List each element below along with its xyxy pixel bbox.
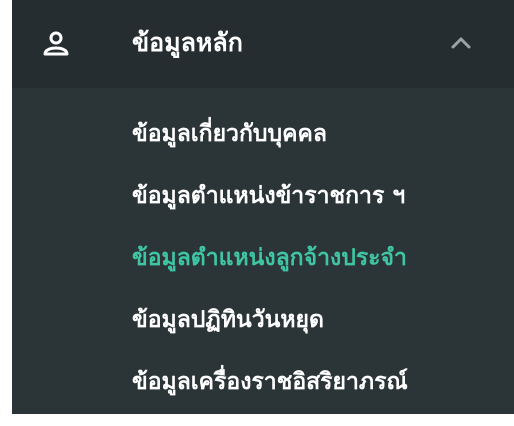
user-icon bbox=[40, 28, 72, 60]
sidebar-menu: ข้อมูลหลัก ข้อมูลเกี่ยวกับบุคคล ข้อมูลตำ… bbox=[12, 0, 514, 414]
submenu-item-person-info[interactable]: ข้อมูลเกี่ยวกับบุคคล bbox=[132, 112, 502, 156]
menu-group-label: ข้อมูลหลัก bbox=[132, 28, 243, 57]
submenu-item-holiday-calendar[interactable]: ข้อมูลปฏิทินวันหยุด bbox=[132, 298, 502, 342]
menu-group-header[interactable]: ข้อมูลหลัก bbox=[12, 0, 514, 88]
chevron-up-icon[interactable] bbox=[448, 30, 474, 56]
submenu-item-royal-decorations[interactable]: ข้อมูลเครื่องราชอิสริยาภรณ์ bbox=[132, 360, 502, 404]
submenu-item-permanent-employee-position[interactable]: ข้อมูลตำแหน่งลูกจ้างประจำ bbox=[132, 236, 502, 280]
submenu-item-civil-servant-position[interactable]: ข้อมูลตำแหน่งข้าราชการ ฯ bbox=[132, 174, 502, 218]
